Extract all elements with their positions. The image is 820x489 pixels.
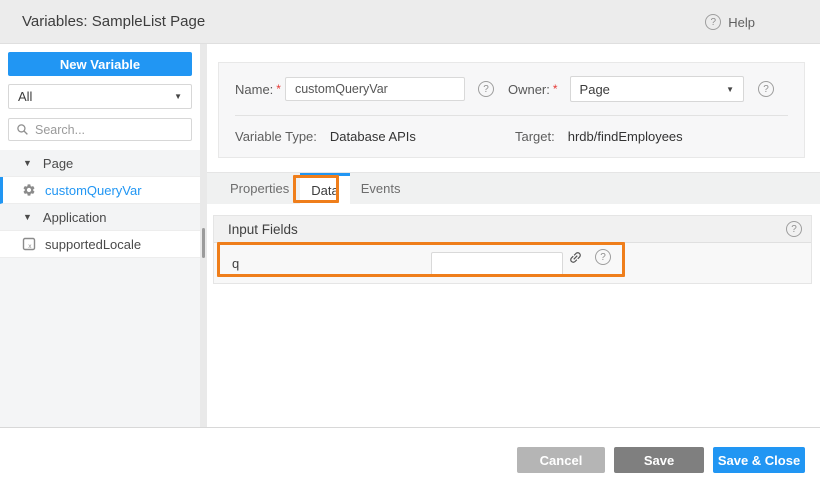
input-fields-header: Input Fields ? (214, 216, 811, 243)
name-help-icon[interactable]: ? (478, 81, 494, 97)
search-input[interactable] (35, 123, 184, 137)
help-icon: ? (705, 14, 721, 30)
page-title: Variables: SampleList Page (22, 13, 205, 30)
scrollbar-thumb[interactable] (202, 228, 205, 258)
name-label: Name: (235, 82, 273, 97)
search-icon (16, 123, 29, 136)
owner-select[interactable]: Page ▼ (570, 76, 744, 102)
name-field[interactable] (285, 77, 465, 101)
tree-group-label: Application (43, 210, 107, 225)
input-fields-section: Input Fields ? q (213, 215, 812, 284)
gear-icon (22, 183, 36, 197)
input-fields-title: Input Fields (228, 222, 786, 237)
save-and-close-button[interactable]: Save & Close (713, 447, 805, 473)
tree-item-customqueryvar[interactable]: customQueryVar (0, 177, 200, 204)
bind-variable-button[interactable] (568, 250, 583, 265)
chevron-down-icon: ▼ (174, 92, 182, 101)
tab-data[interactable]: Data (300, 173, 349, 204)
sidebar-empty-area (0, 258, 200, 427)
footer-divider (0, 427, 820, 428)
variable-filter-select[interactable]: All ▼ (8, 84, 192, 109)
variables-dialog: Variables: SampleList Page ? Help New Va… (0, 0, 820, 489)
field-q-help-icon[interactable]: ? (595, 249, 611, 265)
chevron-down-icon: ▼ (726, 85, 734, 94)
help-label: Help (728, 15, 755, 30)
input-fields-help-icon[interactable]: ? (786, 221, 802, 237)
variable-detail-panel: Name: * ? Owner: * Page ▼ ? Varia (207, 44, 820, 427)
tree-group-page[interactable]: ▼ Page (0, 150, 200, 177)
dialog-header: Variables: SampleList Page ? Help (0, 0, 820, 44)
tree-group-label: Page (43, 156, 73, 171)
tree-item-supportedlocale[interactable]: x supportedLocale (0, 231, 200, 258)
tab-events[interactable]: Events (350, 173, 412, 204)
detail-tabs: Properties Data Events (207, 172, 820, 204)
required-marker: * (553, 82, 558, 96)
target-value: hrdb/findEmployees (568, 129, 683, 144)
variables-sidebar: New Variable All ▼ ▼ Page (0, 44, 200, 427)
save-button[interactable]: Save (614, 447, 704, 473)
tab-properties[interactable]: Properties (219, 173, 300, 204)
sidebar-scrollbar[interactable] (200, 44, 207, 427)
tree-item-label: supportedLocale (45, 237, 141, 252)
variable-search-box (8, 118, 192, 141)
footer-actions: Cancel Save Save & Close (517, 447, 805, 473)
owner-help-icon[interactable]: ? (758, 81, 774, 97)
collapse-triangle-icon: ▼ (23, 212, 32, 222)
collapse-triangle-icon: ▼ (23, 158, 32, 168)
cancel-button[interactable]: Cancel (517, 447, 605, 473)
link-icon (568, 250, 583, 265)
help-button[interactable]: ? Help (705, 0, 755, 44)
variable-type-value: Database APIs (330, 129, 416, 144)
required-marker: * (276, 82, 281, 96)
tree-group-application[interactable]: ▼ Application (0, 204, 200, 231)
owner-label: Owner: (508, 82, 550, 97)
new-variable-button[interactable]: New Variable (8, 52, 192, 76)
target-label: Target: (515, 129, 555, 144)
variables-tree: ▼ Page customQueryVar ▼ Application (0, 150, 200, 258)
variable-type-label: Variable Type: (235, 129, 317, 144)
field-q-input[interactable] (431, 252, 563, 276)
variable-summary-form: Name: * ? Owner: * Page ▼ ? Varia (218, 62, 805, 158)
tree-item-label: customQueryVar (45, 183, 142, 198)
field-q-label: q (232, 256, 239, 271)
locale-icon: x (22, 237, 36, 251)
